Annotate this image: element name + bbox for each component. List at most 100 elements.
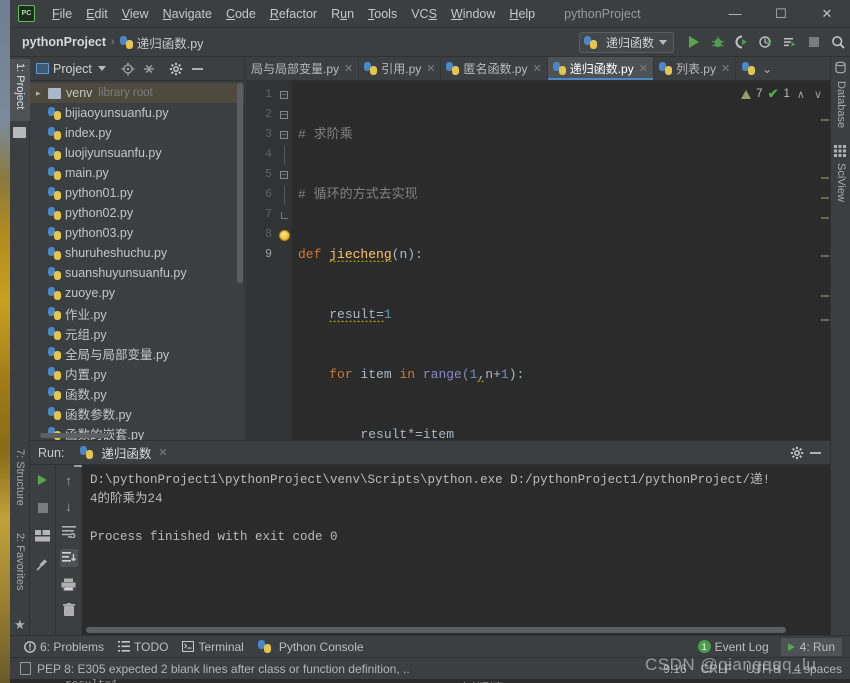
event-log-button[interactable]: 1 Event Log [698,640,769,654]
project-horizontal-scrollbar[interactable] [40,433,110,438]
up-button[interactable]: ↑ [60,471,78,489]
settings-gear-icon[interactable] [788,444,805,461]
run-session-tab[interactable]: 递归函数 ✕ [74,441,173,464]
soft-wrap-button[interactable] [60,523,78,541]
editor-tab-recursion[interactable]: 递归函数.py ✕ [548,57,654,80]
bottom-item-problems[interactable]: 6: Problems [24,640,104,654]
run-button[interactable] [683,31,705,53]
hide-panel-icon[interactable] [189,60,206,77]
sidebar-item-database[interactable]: Database [831,77,850,137]
sidebar-item-project[interactable]: 1: Project [10,59,30,121]
fold-marker[interactable]: ─ [276,105,292,125]
settings-gear-icon[interactable] [168,60,185,77]
bottom-item-terminal[interactable]: Terminal [182,640,243,654]
code-editor[interactable]: 1 2 3 4 5 6 7 8 9 ─ ─ ─ ─ [246,81,830,440]
tree-item-file[interactable]: python01.py [30,183,244,203]
tree-item-file[interactable]: zuoye.py [30,283,244,303]
tree-item-file[interactable]: python02.py [30,203,244,223]
project-vertical-scrollbar[interactable] [237,83,243,283]
collapse-all-icon[interactable] [141,60,158,77]
pin-tab-button[interactable] [34,555,52,573]
indent-setting[interactable]: 4 spaces [794,662,842,676]
code-folding-gutter[interactable]: ─ ─ ─ ─ [276,81,292,440]
file-encoding[interactable]: UTF-8 [746,662,780,676]
caret-position[interactable]: 9:16 [663,662,686,676]
editor-marker-bar[interactable] [820,107,830,440]
close-icon[interactable]: ✕ [532,62,541,75]
editor-tab-overflow-button[interactable]: ⌄ [736,57,778,80]
menu-help[interactable]: Help [502,3,542,25]
debug-button[interactable] [707,31,729,53]
profile-button[interactable] [755,31,777,53]
fold-marker[interactable]: ─ [276,125,292,145]
tree-item-file[interactable]: index.py [30,123,244,143]
chevron-down-icon[interactable] [98,66,106,71]
stop-button[interactable] [803,31,825,53]
sidebar-item-sciview[interactable]: SciView [831,159,850,214]
editor-tab-list[interactable]: 列表.py ✕ [654,57,736,80]
tree-item-file[interactable]: main.py [30,163,244,183]
line-separator[interactable]: CRLF [701,662,732,676]
layout-settings-button[interactable] [34,527,52,545]
bottom-item-python-console[interactable]: Python Console [258,640,364,654]
intention-bulb-button[interactable] [276,225,292,245]
tree-item-file[interactable]: luojiyunsuanfu.py [30,143,244,163]
scroll-to-end-button[interactable] [60,549,78,567]
maximize-button[interactable]: ☐ [758,0,804,28]
breadcrumb-file[interactable]: 递归函数.py [120,33,204,52]
tree-item-file[interactable]: 内置.py [30,363,244,383]
close-icon[interactable]: ✕ [639,62,648,75]
locate-icon[interactable] [120,60,137,77]
close-icon[interactable]: ✕ [344,62,353,75]
close-icon[interactable]: ✕ [721,62,730,75]
minimize-button[interactable]: — [712,0,758,28]
menu-tools[interactable]: Tools [361,3,404,25]
previous-problem-icon[interactable]: ∧ [795,88,807,101]
search-everywhere-button[interactable] [827,31,849,53]
menu-navigate[interactable]: Navigate [156,3,219,25]
run-anything-button[interactable] [779,31,801,53]
console-horizontal-scrollbar[interactable] [86,627,786,633]
tree-item-file[interactable]: 函数.py [30,383,244,403]
menu-run[interactable]: Run [324,3,361,25]
menu-edit[interactable]: Edit [79,3,115,25]
tree-item-file[interactable]: python03.py [30,223,244,243]
stop-process-button[interactable] [34,499,52,517]
rerun-button[interactable] [34,471,52,489]
tree-item-venv[interactable]: ▸ venv library root [30,83,244,103]
bottom-item-todo[interactable]: TODO [118,640,168,654]
next-problem-icon[interactable]: ∨ [812,88,824,101]
close-button[interactable]: ✕ [804,0,850,28]
run-with-coverage-button[interactable] [731,31,753,53]
run-console-output[interactable]: D:\pythonProject1\pythonProject\venv\Scr… [82,465,830,635]
menu-window[interactable]: Window [444,3,502,25]
menu-file[interactable]: File [45,3,79,25]
breadcrumb-project[interactable]: pythonProject [22,35,106,49]
hide-panel-icon[interactable] [807,444,824,461]
chevron-right-icon[interactable]: ▸ [36,88,46,99]
menu-code[interactable]: Code [219,3,263,25]
sidebar-item-structure[interactable]: 7: Structure [10,445,30,523]
project-file-tree[interactable]: ▸ venv library root bijiaoyunsuanfu.py i… [30,81,244,440]
menu-vcs[interactable]: VCS [404,3,444,25]
editor-tab-reference[interactable]: 引用.py ✕ [359,57,441,80]
inspection-widget[interactable]: 7 ✔ 1 ∧ ∨ [710,81,830,107]
menu-view[interactable]: View [115,3,156,25]
tree-item-file[interactable]: 全局与局部变量.py [30,343,244,363]
tree-item-file[interactable]: bijiaoyunsuanfu.py [30,103,244,123]
tree-item-file[interactable]: 元组.py [30,323,244,343]
menu-refactor[interactable]: Refactor [263,3,324,25]
code-text[interactable]: # 求阶乘 # 循环的方式去实现 def jiecheng(n): result… [292,81,830,440]
editor-tab-global-local-var[interactable]: 局与局部变量.py ✕ [246,57,359,80]
bottom-item-run[interactable]: 4: Run [781,638,842,656]
sidebar-item-favorites[interactable]: 2: Favorites [10,529,30,611]
tree-item-file[interactable]: 作业.py [30,303,244,323]
tree-item-file[interactable]: suanshuyunsuanfu.py [30,263,244,283]
tree-item-file[interactable]: 函数参数.py [30,403,244,423]
close-icon[interactable]: ✕ [158,446,167,459]
tree-item-file[interactable]: shuruheshuchu.py [30,243,244,263]
down-button[interactable]: ↓ [60,497,78,515]
fold-marker[interactable]: ─ [276,85,292,105]
run-configuration-selector[interactable]: 递归函数 [579,32,674,53]
editor-tab-lambda[interactable]: 匿名函数.py ✕ [441,57,547,80]
